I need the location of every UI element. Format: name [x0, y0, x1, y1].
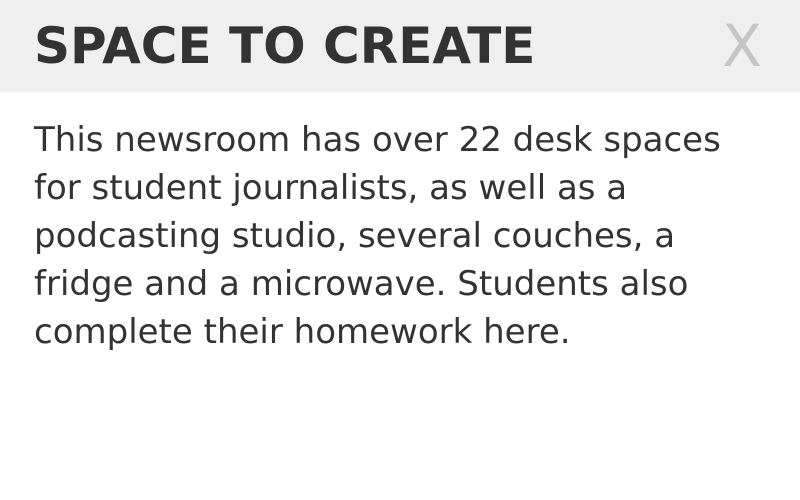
dialog-body-text: This newsroom has over 22 desk spaces fo…: [34, 120, 721, 352]
dialog-header: SPACE TO CREATE X: [0, 0, 800, 92]
close-icon[interactable]: X: [712, 14, 772, 78]
info-dialog: SPACE TO CREATE X This newsroom has over…: [0, 0, 800, 500]
dialog-title: SPACE TO CREATE: [34, 17, 536, 75]
